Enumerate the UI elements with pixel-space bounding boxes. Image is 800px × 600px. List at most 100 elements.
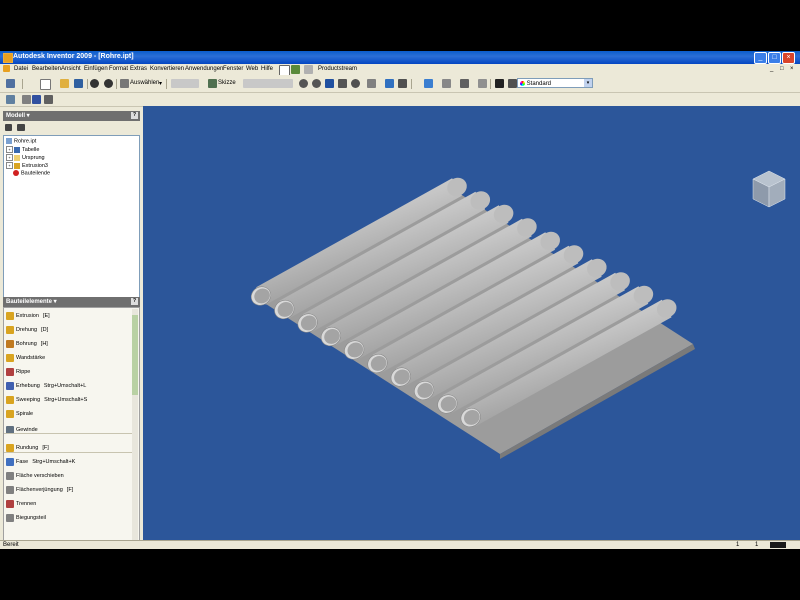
model-browser-header[interactable]: Modell ▾ ? [3, 111, 140, 121]
display-style-icon[interactable] [398, 79, 407, 88]
menu-format[interactable]: Format [109, 66, 128, 72]
feature-shell[interactable]: Wandstärke [6, 352, 45, 364]
divider [4, 433, 134, 434]
filter-icon[interactable] [5, 124, 12, 131]
extrude-icon [6, 311, 14, 320]
tree-node-extrusion3[interactable]: + Extrusion3 [6, 162, 48, 169]
look-at-icon[interactable] [367, 79, 376, 88]
sweep-icon [6, 395, 14, 404]
ground-plane-icon[interactable] [478, 79, 487, 88]
undo-icon[interactable] [90, 79, 99, 88]
dimension-icon[interactable] [6, 95, 15, 104]
style-dropdown[interactable]: Standard ▾ [517, 78, 593, 88]
select-icon[interactable] [120, 79, 129, 88]
shaded-display-icon[interactable] [424, 79, 433, 88]
doc-close-button[interactable]: × [790, 66, 794, 72]
tree-node-part[interactable]: Rohre.ipt [6, 138, 36, 145]
menu-hilfe[interactable]: Hilfe [261, 66, 273, 72]
menu-extras[interactable]: Extras [130, 66, 147, 72]
features-scrollbar[interactable] [132, 309, 138, 541]
sketch-label[interactable]: Skizze [218, 80, 236, 86]
sketch-icon[interactable] [208, 79, 217, 88]
expand-icon[interactable]: + [6, 146, 13, 153]
document-icon[interactable] [3, 65, 10, 72]
feature-extrude[interactable]: Extrusion [E] [6, 310, 50, 322]
menu-anwendungen[interactable]: Anwendungen [185, 66, 223, 72]
select-dropdown-arrow[interactable]: ▾ [159, 80, 162, 87]
part-type-icon[interactable] [6, 79, 15, 88]
tree-node-origin[interactable]: + Ursprung [6, 154, 45, 161]
feature-coil[interactable]: Spirale [6, 408, 33, 420]
open-file-icon[interactable] [60, 79, 69, 88]
browser-help-button[interactable]: ? [131, 112, 138, 119]
scrollbar-thumb[interactable] [132, 315, 138, 395]
zoom-selected-icon[interactable] [338, 79, 347, 88]
select-label[interactable]: Auswählen [130, 80, 159, 86]
feature-sweep[interactable]: Sweeping Strg+Umschalt+S [6, 394, 87, 406]
menu-einfuegen[interactable]: Einfügen [84, 66, 108, 72]
redo-icon[interactable] [104, 79, 113, 88]
maximize-button[interactable]: □ [768, 52, 781, 64]
feature-label: Fläche verschieben [16, 473, 64, 479]
shadow-icon[interactable] [460, 79, 469, 88]
measure-icon[interactable] [44, 95, 53, 104]
menu-datei[interactable]: Datei [14, 66, 28, 72]
feature-split[interactable]: Trennen [6, 498, 36, 510]
hole-icon [6, 339, 14, 348]
view-cube-icon[interactable] [752, 170, 786, 208]
expand-icon[interactable]: + [6, 154, 13, 161]
tree-node-end-of-part[interactable]: Bauteilende [13, 170, 50, 177]
menu-fenster[interactable]: Fenster [223, 66, 243, 72]
feature-loft[interactable]: Erhebung Strg+Umschalt+L [6, 380, 86, 392]
style-dropdown-arrow[interactable]: ▾ [584, 79, 592, 87]
table-icon [14, 146, 20, 153]
productstream-tool-icon[interactable] [291, 65, 300, 74]
feature-label: Wandstärke [16, 355, 46, 361]
expand-icon[interactable]: + [6, 162, 13, 169]
next-view-icon[interactable] [495, 79, 504, 88]
binoculars-icon[interactable] [17, 124, 25, 131]
project-icon[interactable] [22, 95, 31, 104]
tree-node-table[interactable]: + Tabelle [6, 146, 39, 153]
move-face-icon [6, 471, 14, 480]
feature-label: Spirale [16, 411, 34, 417]
doc-restore-button[interactable]: □ [780, 66, 784, 72]
feature-move-face[interactable]: Fläche verschieben [6, 470, 64, 482]
plus-icon[interactable] [304, 65, 313, 74]
feature-revolve[interactable]: Drehung [D] [6, 324, 48, 336]
menu-web[interactable]: Web [246, 66, 258, 72]
feature-hole[interactable]: Bohrung [H] [6, 338, 48, 350]
doc-minimize-button[interactable]: _ [770, 66, 773, 72]
feature-chamfer[interactable]: Fase Strg+Umschalt+K [6, 456, 75, 468]
menu-bearbeiten[interactable]: Bearbeiten [32, 66, 61, 72]
feature-label: Trennen [16, 501, 37, 507]
rib-icon [6, 367, 14, 376]
feature-thread[interactable]: Gewinde [6, 424, 38, 436]
minimize-button[interactable]: _ [754, 52, 767, 64]
model-browser-title[interactable]: Modell ▾ [6, 113, 30, 119]
menu-konvertieren[interactable]: Konvertieren [150, 66, 184, 72]
menu-ansicht[interactable]: Ansicht [61, 66, 81, 72]
features-panel-title[interactable]: Bauteilelemente ▾ [6, 299, 57, 305]
graphics-viewport[interactable] [143, 106, 800, 549]
view-cube-icon[interactable] [385, 79, 394, 88]
feature-face-draft[interactable]: Flächenverjüngung [F] [6, 484, 73, 496]
parameter-icon[interactable] [32, 95, 41, 104]
productstream-label[interactable]: Productstream [318, 66, 357, 72]
3d-model-view[interactable] [143, 106, 800, 549]
feature-rib[interactable]: Rippe [6, 366, 30, 378]
camera-icon[interactable] [442, 79, 451, 88]
inventor-window: Autodesk Inventor 2009 - [Rohre.ipt] _ □… [0, 51, 800, 549]
feature-bend-part[interactable]: Biegungsteil [6, 512, 46, 524]
features-help-button[interactable]: ? [131, 298, 138, 305]
features-panel-header[interactable]: Bauteilelemente ▾ ? [3, 297, 140, 307]
status-count-2: 1 [755, 542, 759, 548]
close-button[interactable]: × [782, 52, 795, 64]
color-icon[interactable] [508, 79, 517, 88]
save-icon[interactable] [74, 79, 83, 88]
new-file-icon[interactable] [40, 79, 51, 90]
zoom-icon[interactable] [312, 79, 321, 88]
zoom-all-icon[interactable] [299, 79, 308, 88]
pan-icon[interactable] [325, 79, 334, 88]
orbit-icon[interactable] [351, 79, 360, 88]
